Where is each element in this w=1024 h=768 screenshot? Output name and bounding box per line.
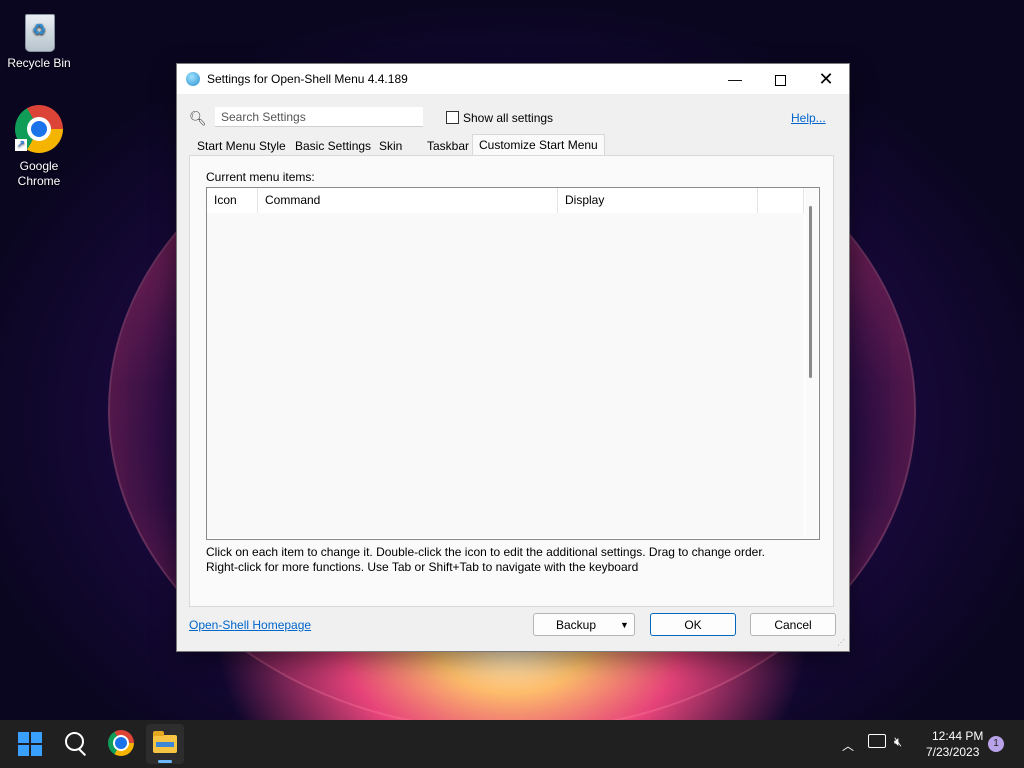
chevron-up-icon[interactable]: ︿: [842, 737, 854, 754]
notification-badge[interactable]: 1: [988, 736, 1004, 752]
shortcut-arrow-icon: ↗: [15, 139, 27, 151]
dropdown-arrow-icon[interactable]: ▼: [620, 614, 629, 637]
current-menu-items-label: Current menu items:: [206, 170, 315, 184]
scrollbar-thumb[interactable]: [809, 206, 812, 378]
help-link[interactable]: Help...: [791, 111, 826, 125]
search-input[interactable]: [215, 107, 423, 127]
taskbar-search-button[interactable]: [62, 730, 90, 758]
search-icon: [65, 732, 84, 751]
close-icon: ✕: [818, 69, 834, 89]
network-icon[interactable]: [868, 734, 886, 748]
maximize-icon: [774, 74, 786, 86]
tab-taskbar[interactable]: Taskbar: [423, 137, 473, 156]
chrome-icon: ↗: [15, 105, 63, 153]
clock-date[interactable]: 7/23/2023: [926, 745, 979, 759]
speaker-muted-icon[interactable]: 🔇︎: [894, 734, 902, 750]
tab-customize-start-menu[interactable]: Customize Start Menu: [472, 134, 605, 157]
open-shell-icon: [186, 72, 200, 86]
list-header: Icon Command Display: [207, 188, 819, 213]
column-header-empty: [758, 188, 804, 213]
desktop-icon-recycle-bin[interactable]: ♻ Recycle Bin: [1, 8, 77, 71]
open-shell-homepage-link[interactable]: Open-Shell Homepage: [189, 618, 311, 632]
tab-start-menu-style[interactable]: Start Menu Style: [193, 137, 290, 156]
active-indicator: [158, 760, 172, 763]
list-body[interactable]: [207, 213, 804, 538]
maximize-button[interactable]: [757, 64, 803, 94]
column-header-command[interactable]: Command: [258, 188, 558, 213]
tab-panel-customize-start-menu: Current menu items: Icon Command Display…: [189, 155, 834, 607]
clock-time[interactable]: 12:44 PM: [932, 729, 983, 743]
backup-button[interactable]: Backup ▼: [533, 613, 635, 636]
settings-window: Settings for Open-Shell Menu 4.4.189 — ✕…: [176, 63, 850, 652]
cancel-button[interactable]: Cancel: [750, 613, 836, 636]
resize-grip-icon[interactable]: ⋰: [837, 638, 845, 647]
instructions-line-2: Right-click for more functions. Use Tab …: [206, 560, 639, 574]
desktop-icon-label: Recycle Bin: [7, 56, 71, 70]
show-all-settings-checkbox[interactable]: [446, 111, 459, 124]
vertical-scrollbar[interactable]: [805, 188, 818, 538]
column-header-icon[interactable]: Icon: [207, 188, 258, 213]
backup-button-label: Backup: [555, 618, 597, 632]
ok-button[interactable]: OK: [650, 613, 736, 636]
instructions-line-1: Click on each item to change it. Double-…: [206, 545, 765, 559]
tab-basic-settings[interactable]: Basic Settings: [291, 137, 375, 156]
minimize-icon: —: [728, 71, 742, 87]
tab-skin[interactable]: Skin: [375, 137, 406, 156]
column-header-display[interactable]: Display: [558, 188, 758, 213]
search-icon: 🔍︎: [189, 110, 207, 126]
desktop-icon-google-chrome[interactable]: ↗ Google Chrome: [1, 105, 77, 189]
taskbar-chrome-button[interactable]: [108, 730, 134, 756]
minimize-button[interactable]: —: [712, 64, 758, 94]
start-button[interactable]: [18, 732, 42, 756]
show-all-settings-label[interactable]: Show all settings: [463, 111, 553, 125]
taskbar-file-explorer-button[interactable]: [146, 724, 184, 764]
menu-items-list[interactable]: Icon Command Display: [206, 187, 820, 540]
close-button[interactable]: ✕: [803, 64, 849, 94]
folder-icon: [153, 731, 177, 753]
windows-logo-icon: [18, 732, 29, 743]
title-bar[interactable]: Settings for Open-Shell Menu 4.4.189 — ✕: [177, 64, 849, 94]
window-title: Settings for Open-Shell Menu 4.4.189: [207, 72, 408, 86]
desktop-icon-label: Google Chrome: [17, 159, 61, 188]
recycle-bin-icon: ♻: [17, 8, 61, 52]
